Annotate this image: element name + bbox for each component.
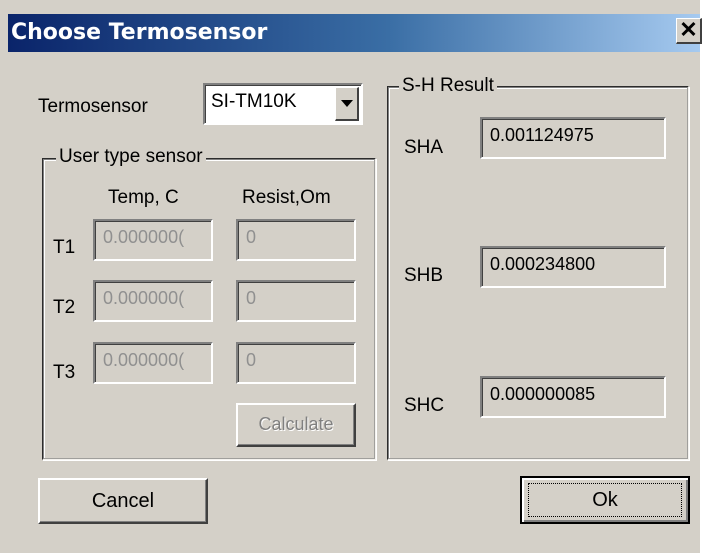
t2-label: T2: [53, 297, 76, 318]
shc-label: SHC: [404, 395, 445, 416]
close-button[interactable]: ✕: [676, 18, 702, 44]
termosensor-select[interactable]: SI-TM10K: [203, 83, 363, 125]
t3-temp-field[interactable]: 0.000000(: [93, 342, 213, 384]
ok-button[interactable]: Ok: [520, 476, 690, 524]
focus-rectangle: [528, 483, 682, 517]
user-type-sensor-legend: User type sensor: [56, 146, 206, 168]
shb-label: SHB: [404, 265, 444, 286]
sh-result-legend: S-H Result: [399, 75, 497, 97]
shb-value-field[interactable]: 0.000234800: [480, 246, 666, 288]
t1-resist-field[interactable]: 0: [236, 219, 356, 261]
calculate-button[interactable]: Calculate: [236, 403, 356, 447]
termosensor-label: Termosensor: [38, 96, 148, 117]
sha-label: SHA: [404, 137, 444, 158]
t3-label: T3: [53, 362, 76, 383]
t3-resist-field[interactable]: 0: [236, 342, 356, 384]
dropdown-button[interactable]: [335, 87, 359, 121]
t2-resist-field[interactable]: 0: [236, 280, 356, 322]
t1-temp-field[interactable]: 0.000000(: [93, 219, 213, 261]
sha-value-field[interactable]: 0.001124975: [480, 117, 666, 159]
cancel-button[interactable]: Cancel: [38, 478, 208, 524]
title-bar[interactable]: Choose Termosensor ✕: [8, 14, 702, 52]
termosensor-selected-value: SI-TM10K: [211, 91, 297, 112]
t1-label: T1: [53, 237, 76, 258]
temp-column-header: Temp, C: [108, 187, 179, 208]
close-icon: ✕: [679, 17, 698, 42]
choose-termosensor-dialog: Choose Termosensor ✕ Termosensor SI-TM10…: [0, 0, 702, 553]
chevron-down-icon: [341, 100, 353, 107]
t2-temp-field[interactable]: 0.000000(: [93, 280, 213, 322]
window-title: Choose Termosensor: [11, 20, 268, 45]
shc-value-field[interactable]: 0.000000085: [480, 376, 666, 418]
resist-column-header: Resist,Om: [242, 187, 331, 208]
